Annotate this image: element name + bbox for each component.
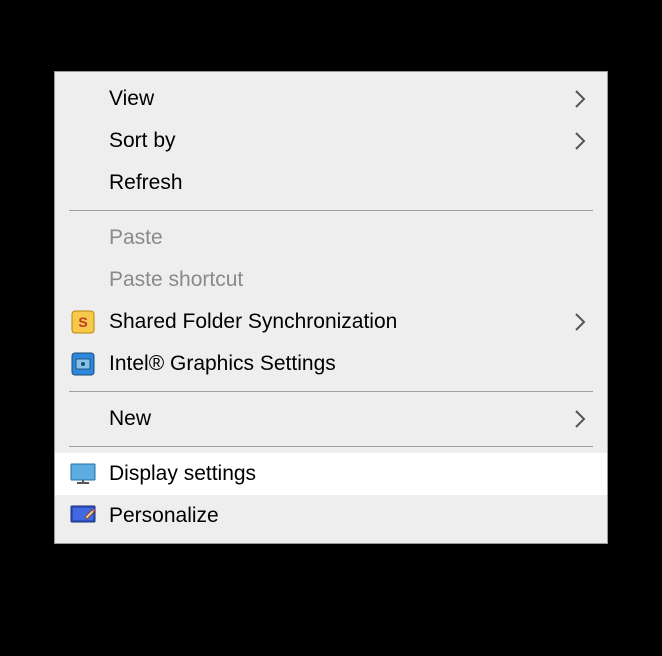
menu-label: Paste shortcut: [109, 268, 589, 292]
menu-label: View: [109, 87, 571, 111]
menu-item-shared-folder-sync[interactable]: S Shared Folder Synchronization: [55, 301, 607, 343]
menu-item-view[interactable]: View: [55, 78, 607, 120]
menu-label: Personalize: [109, 504, 589, 528]
menu-label: Intel® Graphics Settings: [109, 352, 589, 376]
chevron-right-icon: [571, 313, 589, 331]
menu-separator: [69, 446, 593, 447]
menu-item-paste: Paste: [55, 217, 607, 259]
menu-item-refresh[interactable]: Refresh: [55, 162, 607, 204]
menu-item-new[interactable]: New: [55, 398, 607, 440]
chevron-right-icon: [571, 132, 589, 150]
menu-item-intel-graphics[interactable]: Intel® Graphics Settings: [55, 343, 607, 385]
chevron-right-icon: [571, 410, 589, 428]
display-settings-icon: [69, 460, 97, 488]
menu-label: Paste: [109, 226, 589, 250]
menu-item-personalize[interactable]: Personalize: [55, 495, 607, 537]
chevron-right-icon: [571, 90, 589, 108]
menu-item-paste-shortcut: Paste shortcut: [55, 259, 607, 301]
personalize-icon: [69, 502, 97, 530]
desktop-context-menu: View Sort by Refresh Paste Paste shortcu…: [54, 71, 608, 544]
menu-separator: [69, 391, 593, 392]
svg-text:S: S: [78, 314, 87, 330]
menu-item-sort-by[interactable]: Sort by: [55, 120, 607, 162]
menu-label: Shared Folder Synchronization: [109, 310, 571, 334]
menu-label: Refresh: [109, 171, 589, 195]
menu-label: Sort by: [109, 129, 571, 153]
menu-label: New: [109, 407, 571, 431]
menu-item-display-settings[interactable]: Display settings: [55, 453, 607, 495]
intel-graphics-icon: [69, 350, 97, 378]
shared-folder-icon: S: [69, 308, 97, 336]
menu-label: Display settings: [109, 462, 589, 486]
menu-separator: [69, 210, 593, 211]
